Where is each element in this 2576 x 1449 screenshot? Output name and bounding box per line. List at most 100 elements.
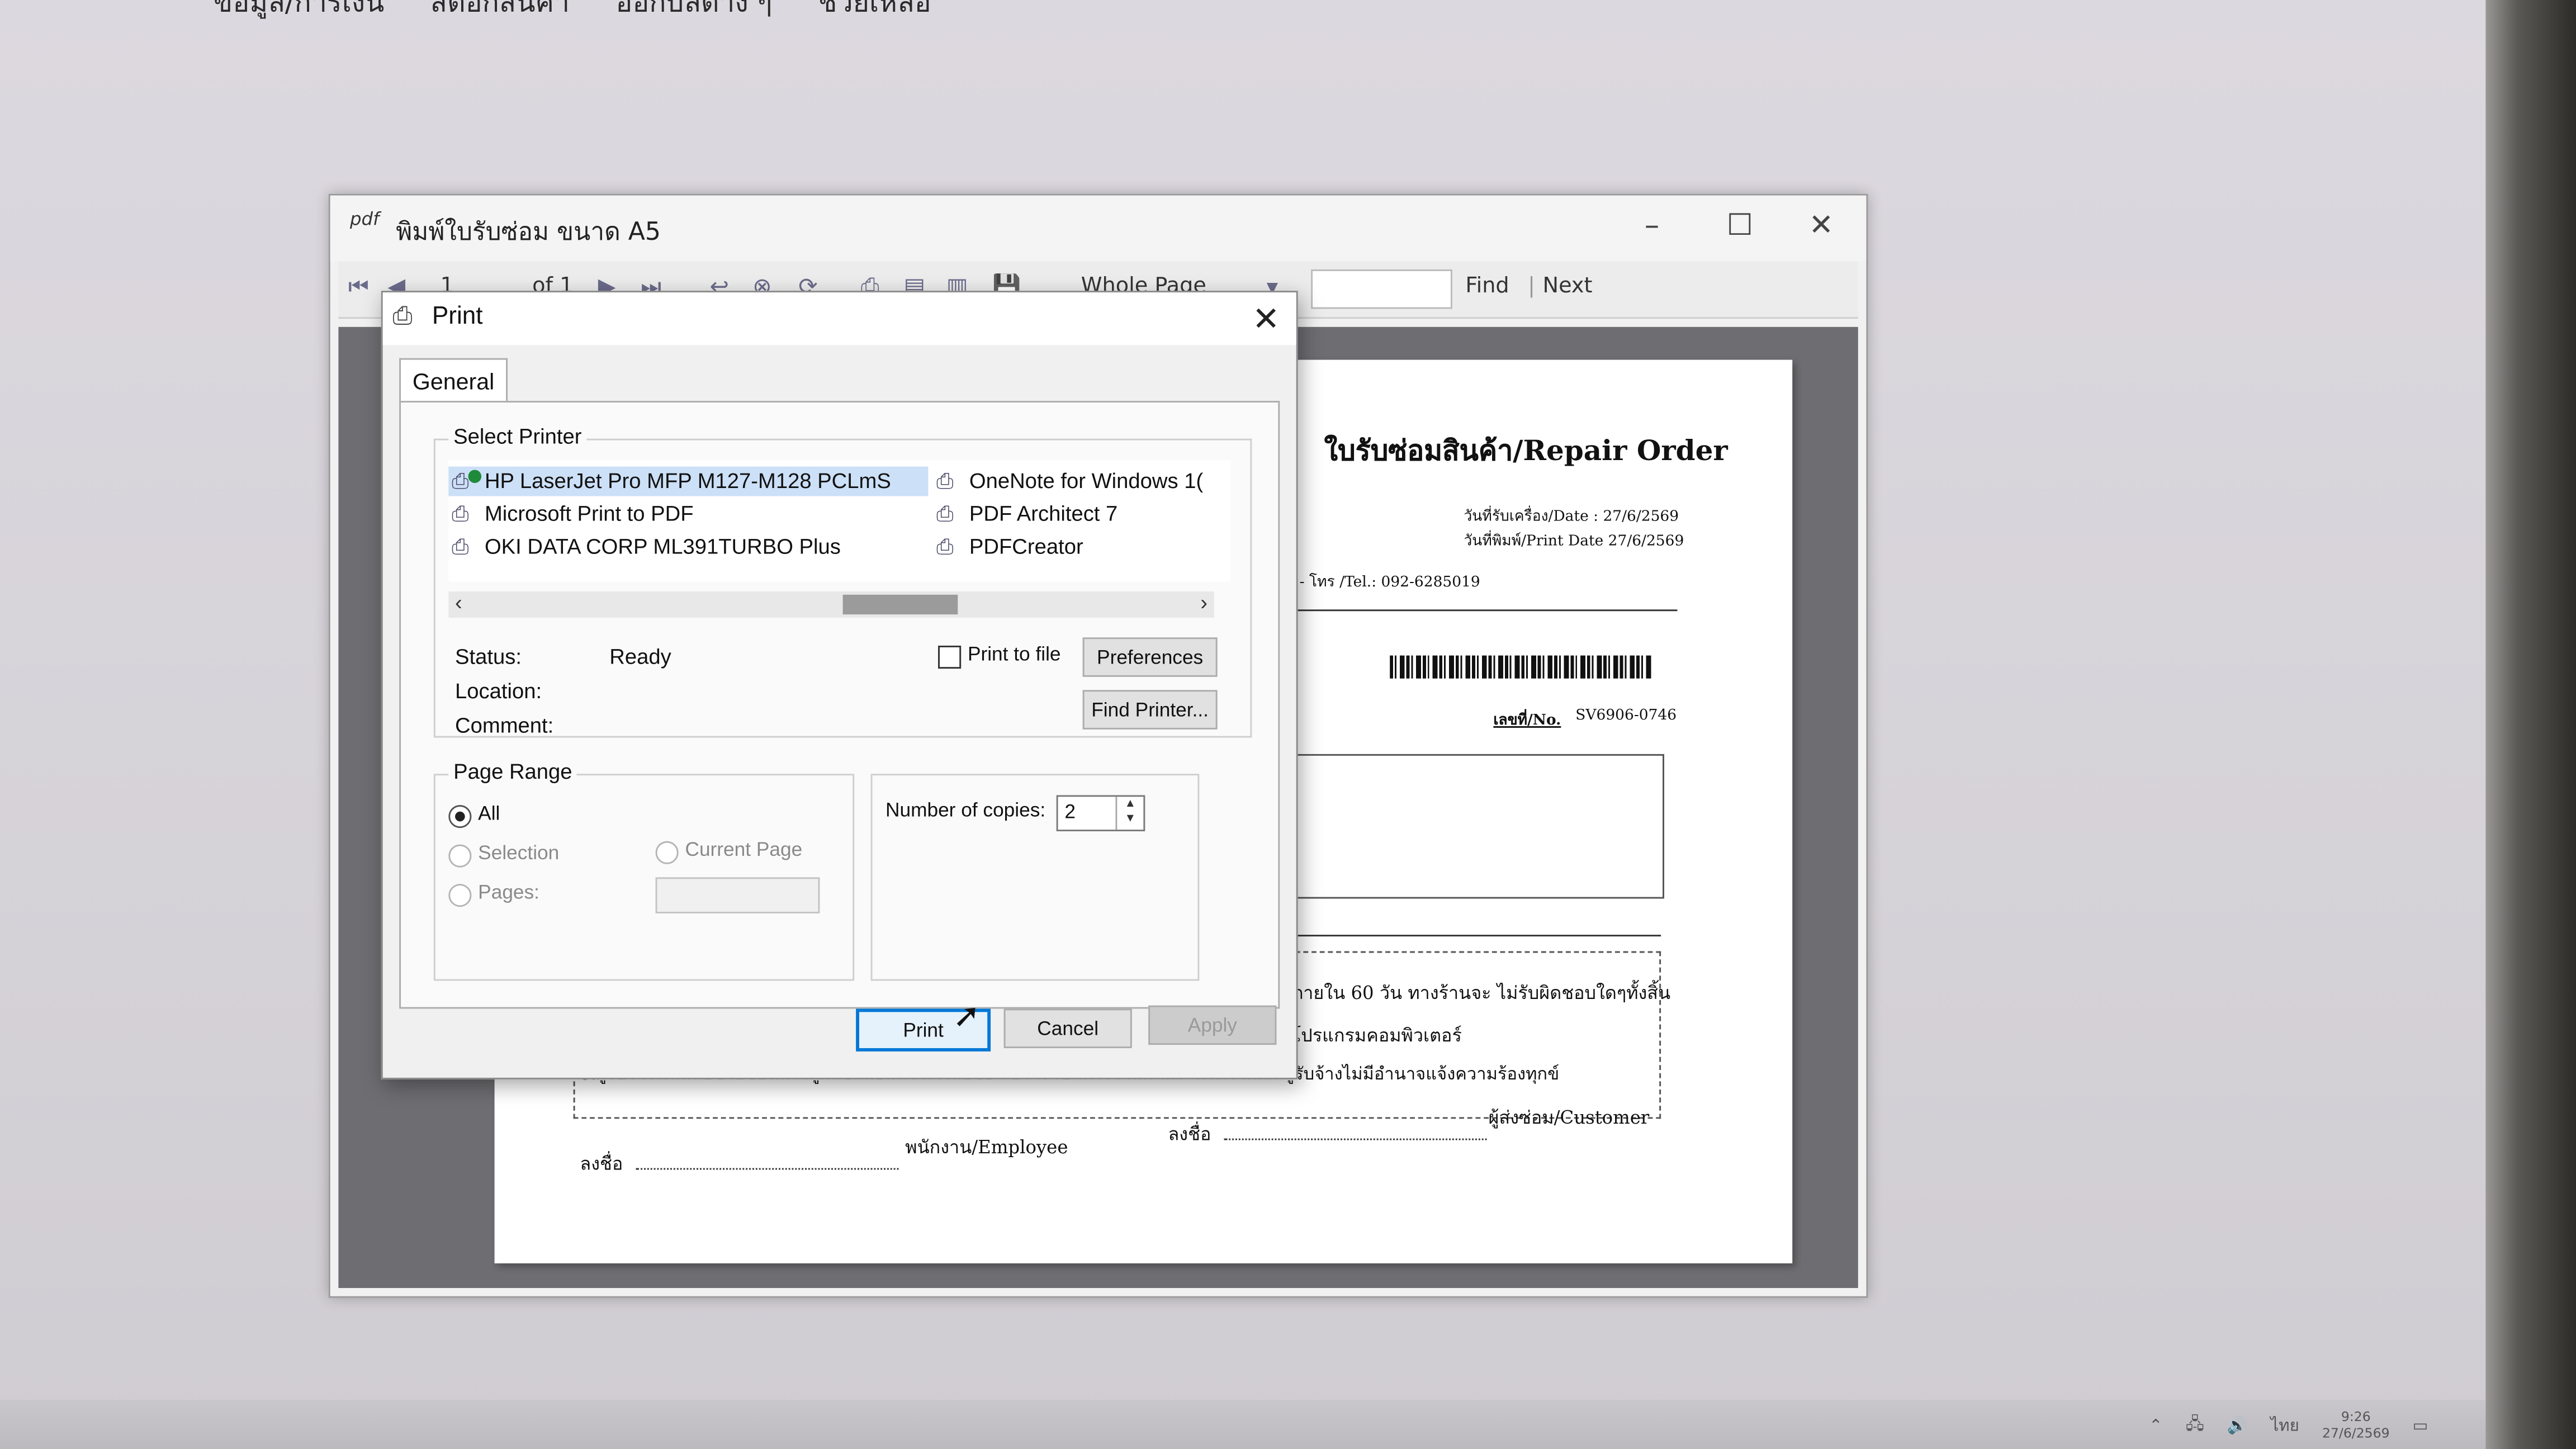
- select-printer-group: Select Printer ⎙ HP LaserJet Pro MFP M12…: [433, 424, 1252, 738]
- notification-icon[interactable]: ▭: [2413, 1417, 2428, 1435]
- term-1: ภายใน 60 วัน ทางร้านจะ ไม่รับผิดชอบใดๆทั…: [1291, 982, 1671, 1004]
- range-all-radio[interactable]: [448, 805, 472, 828]
- signature-line: [636, 1168, 899, 1170]
- date-received: วันที่รับเครื่อง/Date : 27/6/2569: [1464, 509, 1679, 526]
- close-icon[interactable]: ✕: [1809, 209, 1834, 243]
- select-printer-label: Select Printer: [448, 424, 587, 449]
- status-value: Ready: [609, 644, 671, 669]
- printer-name: Microsoft Print to PDF: [484, 501, 694, 526]
- mouse-cursor-icon: ➚: [953, 995, 981, 1035]
- screen: ข้อมูล/การเงิน สต็อกสินค้า ออกบิลต่าง ๆ …: [0, 0, 2576, 1449]
- document-title: ใบรับซ่อมสินค้า/Repair Order: [1324, 435, 1728, 468]
- range-current-radio[interactable]: [655, 841, 679, 864]
- printer-item[interactable]: ⎙ Microsoft Print to PDF: [448, 499, 693, 529]
- copies-label: Number of copies:: [886, 798, 1046, 822]
- printer-name: OKI DATA CORP ML391TURBO Plus: [484, 534, 841, 559]
- copies-stepper[interactable]: 2 ▲ ▼: [1056, 795, 1145, 832]
- term-2: โปรแกรมคอมพิวเตอร์: [1291, 1025, 1462, 1047]
- find-button[interactable]: Find: [1465, 274, 1509, 299]
- print-to-file-label: Print to file: [967, 642, 1061, 666]
- printer-list[interactable]: ⎙ HP LaserJet Pro MFP M127-M128 PCLmS ⎙ …: [448, 460, 1231, 582]
- printer-item[interactable]: ⎙ PDFCreator: [933, 532, 1083, 562]
- scroll-left-icon[interactable]: ‹: [455, 590, 462, 614]
- printer-item[interactable]: ⎙ OneNote for Windows 1(: [933, 467, 1203, 496]
- printer-name: PDFCreator: [969, 534, 1083, 559]
- scrollbar-thumb[interactable]: [842, 594, 958, 615]
- printer-item[interactable]: ⎙ OKI DATA CORP ML391TURBO Plus: [448, 532, 841, 562]
- dialog-title: Print: [432, 302, 483, 330]
- printer-icon: ⎙: [936, 501, 954, 526]
- sign-customer: ผู้ส่งซ่อม/Customer: [1488, 1107, 1650, 1129]
- range-pages-label: Pages:: [478, 880, 539, 904]
- printer-item[interactable]: ⎙ PDF Architect 7: [933, 499, 1117, 529]
- pdf-logo-icon: pdf: [349, 209, 380, 230]
- info-box: [1266, 754, 1664, 899]
- print-date: วันที่พิมพ์/Print Date 27/6/2569: [1464, 534, 1684, 551]
- dialog-title-bar: ⎙ Print ✕: [382, 292, 1296, 345]
- sign-employee: พนักงาน/Employee: [905, 1137, 1068, 1158]
- apply-button[interactable]: Apply: [1148, 1005, 1277, 1045]
- tab-general[interactable]: General: [399, 358, 508, 403]
- clock-date: 27/6/2569: [2322, 1426, 2390, 1441]
- clock[interactable]: 9:26 27/6/2569: [2322, 1409, 2390, 1442]
- general-panel: Select Printer ⎙ HP LaserJet Pro MFP M12…: [399, 401, 1280, 1009]
- status-label: Status:: [455, 644, 522, 669]
- divider: [1283, 935, 1661, 937]
- menu-item-billing[interactable]: ออกบิลต่าง ๆ: [615, 0, 772, 25]
- doc-no-label: เลขที่/No.: [1493, 713, 1561, 730]
- copies-value: 2: [1064, 800, 1076, 823]
- monitor-bezel: [2485, 0, 2576, 1449]
- signature-line: [1224, 1138, 1487, 1140]
- menu-item-finance[interactable]: ข้อมูล/การเงิน: [214, 0, 384, 25]
- spinner-arrows-icon[interactable]: ▲ ▼: [1115, 797, 1143, 830]
- cancel-button[interactable]: Cancel: [1003, 1008, 1132, 1048]
- range-selection-label: Selection: [478, 841, 560, 864]
- close-icon[interactable]: ✕: [1252, 299, 1280, 340]
- network-icon[interactable]: 🖧: [2186, 1412, 2204, 1440]
- shop-tel: - โทร /Tel.: 092-6285019: [1299, 575, 1480, 591]
- range-current-label: Current Page: [685, 837, 803, 861]
- maximize-icon[interactable]: ☐: [1727, 209, 1753, 243]
- printer-name: HP LaserJet Pro MFP M127-M128 PCLmS: [484, 468, 891, 493]
- printer-icon: ⎙: [392, 302, 413, 330]
- location-label: Location:: [455, 678, 542, 703]
- page-range-group: Page Range All Selection Current Page Pa…: [433, 759, 855, 981]
- volume-icon[interactable]: 🔊: [2227, 1417, 2248, 1435]
- preferences-button[interactable]: Preferences: [1082, 637, 1218, 677]
- printer-item[interactable]: ⎙ HP LaserJet Pro MFP M127-M128 PCLmS: [448, 466, 929, 496]
- printer-icon: ⎙: [936, 468, 954, 493]
- first-page-icon[interactable]: ⏮: [348, 274, 369, 301]
- toolbar-separator: |: [1528, 274, 1535, 299]
- printer-name: PDF Architect 7: [969, 501, 1118, 526]
- sign-employee-prefix: ลงชื่อ: [580, 1153, 623, 1175]
- menu-item-stock[interactable]: สต็อกสินค้า: [430, 0, 570, 25]
- find-input[interactable]: [1311, 269, 1452, 309]
- copies-group: Number of copies: 2 ▲ ▼: [870, 774, 1200, 981]
- minimize-icon[interactable]: –: [1645, 209, 1659, 243]
- tab-strip: General: [399, 355, 1280, 403]
- viewer-title-bar: pdf พิมพ์ใบรับซ่อม ขนาด A5 – ☐ ✕: [330, 195, 1867, 262]
- system-tray: ⌃ 🖧 🔊 ไทย 9:26 27/6/2569 ▭: [2149, 1409, 2428, 1442]
- printer-icon: ⎙: [452, 468, 469, 493]
- chevron-up-icon[interactable]: ⌃: [2149, 1417, 2163, 1435]
- range-pages-radio[interactable]: [448, 884, 472, 907]
- scroll-right-icon[interactable]: ›: [1200, 590, 1208, 614]
- printer-list-scrollbar[interactable]: ‹ ›: [448, 590, 1214, 618]
- language-indicator[interactable]: ไทย: [2270, 1414, 2299, 1438]
- range-all-label: All: [478, 802, 500, 825]
- printer-icon: ⎙: [936, 534, 954, 559]
- print-to-file-checkbox[interactable]: [938, 645, 962, 669]
- find-printer-button[interactable]: Find Printer...: [1082, 690, 1218, 730]
- doc-no-value: SV6906-0746: [1575, 708, 1677, 725]
- print-dialog: ⎙ Print ✕ General Select Printer ⎙ HP La…: [381, 291, 1298, 1079]
- next-button[interactable]: Next: [1543, 274, 1593, 299]
- viewer-title: พิมพ์ใบรับซ่อม ขนาด A5: [396, 216, 661, 247]
- app-menu-bar: ข้อมูล/การเงิน สต็อกสินค้า ออกบิลต่าง ๆ …: [214, 0, 931, 25]
- printer-icon: ⎙: [452, 501, 469, 526]
- comment-label: Comment:: [455, 713, 554, 738]
- range-selection-radio[interactable]: [448, 844, 472, 868]
- pages-input[interactable]: [655, 877, 820, 913]
- printer-icon: ⎙: [452, 534, 469, 559]
- menu-item-help[interactable]: ช่วยเหลือ: [818, 0, 931, 25]
- sign-customer-prefix: ลงชื่อ: [1168, 1124, 1211, 1145]
